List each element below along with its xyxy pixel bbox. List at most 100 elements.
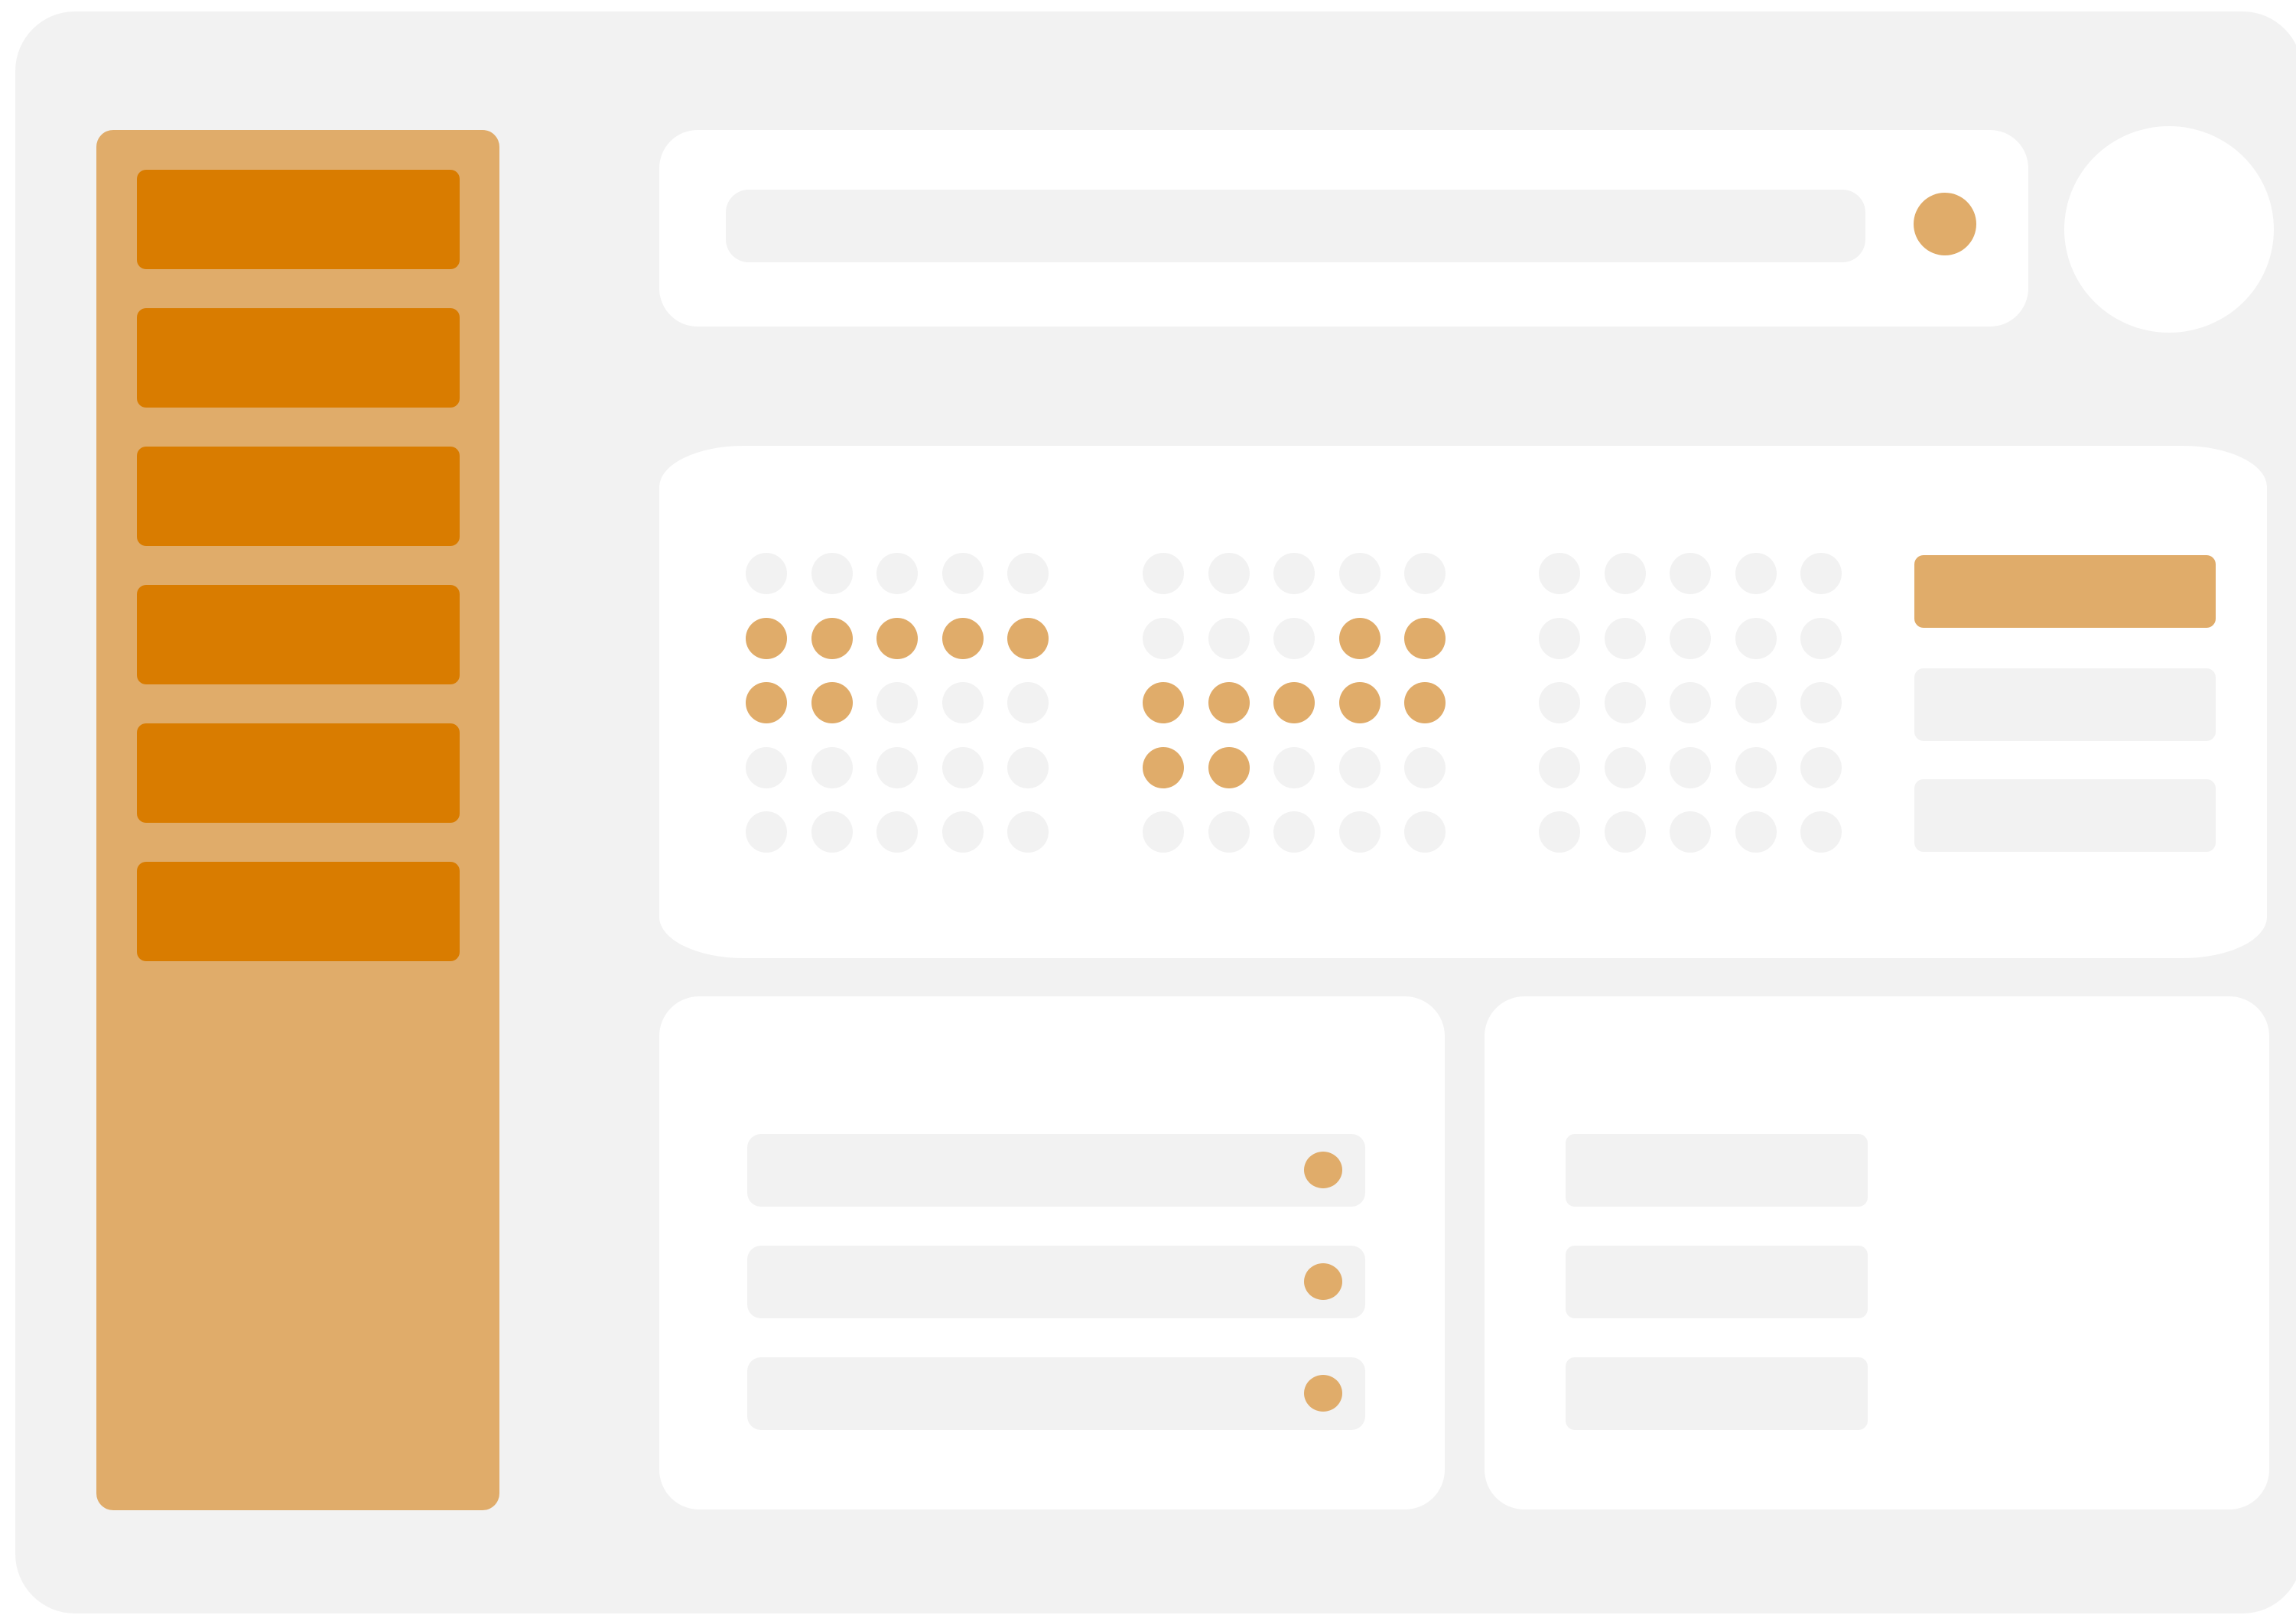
dot-inactive[interactable] <box>1800 746 1842 788</box>
dot-active[interactable] <box>1208 682 1250 723</box>
toggle-dot-icon[interactable] <box>1304 1263 1342 1300</box>
dot-inactive[interactable] <box>1007 553 1049 594</box>
dot-inactive[interactable] <box>1670 746 1711 788</box>
dot-inactive[interactable] <box>1604 682 1646 723</box>
dot-inactive[interactable] <box>1735 553 1777 594</box>
dot-inactive[interactable] <box>1208 553 1250 594</box>
dot-active[interactable] <box>1404 617 1446 659</box>
dot-active[interactable] <box>746 617 787 659</box>
dot-inactive[interactable] <box>811 746 853 788</box>
dot-inactive[interactable] <box>1338 553 1381 594</box>
avatar-icon[interactable] <box>2064 126 2274 333</box>
dot-active[interactable] <box>1208 746 1250 788</box>
toggle-dot-icon[interactable] <box>1304 1375 1342 1412</box>
dot-inactive[interactable] <box>1800 682 1842 723</box>
dot-inactive[interactable] <box>1539 682 1580 723</box>
dot-inactive[interactable] <box>1604 553 1646 594</box>
dot-group-3 <box>1539 553 1845 853</box>
dot-inactive[interactable] <box>1670 682 1711 723</box>
option-3[interactable] <box>1914 779 2216 852</box>
toggle-row[interactable] <box>747 1246 1365 1318</box>
app-window <box>15 11 2296 1613</box>
dot-inactive[interactable] <box>1273 553 1315 594</box>
dot-inactive[interactable] <box>941 553 984 594</box>
dot-inactive[interactable] <box>1404 553 1446 594</box>
dot-inactive[interactable] <box>941 682 984 723</box>
dot-active[interactable] <box>1273 682 1315 723</box>
toggle-row[interactable] <box>747 1134 1365 1207</box>
dot-inactive[interactable] <box>876 553 918 594</box>
dot-inactive[interactable] <box>1604 811 1646 853</box>
dot-inactive[interactable] <box>1273 617 1315 659</box>
search-icon[interactable] <box>1914 193 1976 255</box>
dot-inactive[interactable] <box>1735 746 1777 788</box>
dot-inactive[interactable] <box>1143 811 1184 853</box>
dot-inactive[interactable] <box>1539 617 1580 659</box>
dot-inactive[interactable] <box>1800 811 1842 853</box>
sidebar <box>96 130 499 1510</box>
dot-group-1 <box>746 553 1052 853</box>
dot-inactive[interactable] <box>1539 811 1580 853</box>
dot-inactive[interactable] <box>1604 746 1646 788</box>
dot-inactive[interactable] <box>876 682 918 723</box>
dot-inactive[interactable] <box>1735 617 1777 659</box>
dot-active[interactable] <box>746 682 787 723</box>
toggle-dot-icon[interactable] <box>1304 1152 1342 1188</box>
dot-inactive[interactable] <box>746 746 787 788</box>
dot-active[interactable] <box>1404 682 1446 723</box>
dot-inactive[interactable] <box>811 553 853 594</box>
dot-inactive[interactable] <box>1007 811 1049 853</box>
option-2[interactable] <box>1914 668 2216 741</box>
dot-inactive[interactable] <box>941 811 984 853</box>
dot-active[interactable] <box>876 617 918 659</box>
dot-inactive[interactable] <box>1273 746 1315 788</box>
option-1[interactable] <box>1914 555 2216 628</box>
dot-inactive[interactable] <box>1404 811 1446 853</box>
toggle-row[interactable] <box>747 1357 1365 1430</box>
dot-inactive[interactable] <box>1143 553 1184 594</box>
dot-active[interactable] <box>941 617 984 659</box>
dot-inactive[interactable] <box>1670 811 1711 853</box>
dot-inactive[interactable] <box>1338 746 1381 788</box>
dot-inactive[interactable] <box>1404 746 1446 788</box>
dot-inactive[interactable] <box>1539 746 1580 788</box>
dot-inactive[interactable] <box>746 553 787 594</box>
dot-inactive[interactable] <box>1735 811 1777 853</box>
dot-active[interactable] <box>1338 682 1381 723</box>
dot-active[interactable] <box>1143 746 1184 788</box>
dot-inactive[interactable] <box>876 811 918 853</box>
list-item[interactable] <box>1566 1357 1868 1430</box>
dot-active[interactable] <box>1338 617 1381 659</box>
sidebar-item-1[interactable] <box>137 170 460 269</box>
dot-inactive[interactable] <box>1007 746 1049 788</box>
dot-inactive[interactable] <box>746 811 787 853</box>
dot-inactive[interactable] <box>1338 811 1381 853</box>
dot-inactive[interactable] <box>1273 811 1315 853</box>
list-item[interactable] <box>1566 1134 1868 1207</box>
dot-active[interactable] <box>811 682 853 723</box>
sidebar-item-6[interactable] <box>137 862 460 961</box>
dot-inactive[interactable] <box>1800 553 1842 594</box>
dot-inactive[interactable] <box>941 746 984 788</box>
dot-inactive[interactable] <box>1208 617 1250 659</box>
dot-inactive[interactable] <box>876 746 918 788</box>
dot-inactive[interactable] <box>1539 553 1580 594</box>
dot-active[interactable] <box>1143 682 1184 723</box>
dot-inactive[interactable] <box>1670 553 1711 594</box>
sidebar-item-5[interactable] <box>137 723 460 823</box>
search-input[interactable] <box>726 190 1865 262</box>
dot-active[interactable] <box>1007 617 1049 659</box>
dot-inactive[interactable] <box>1007 682 1049 723</box>
dot-inactive[interactable] <box>811 811 853 853</box>
dot-inactive[interactable] <box>1604 617 1646 659</box>
dot-inactive[interactable] <box>1208 811 1250 853</box>
list-item[interactable] <box>1566 1246 1868 1318</box>
dot-inactive[interactable] <box>1143 617 1184 659</box>
sidebar-item-2[interactable] <box>137 308 460 408</box>
dot-active[interactable] <box>811 617 853 659</box>
sidebar-item-4[interactable] <box>137 585 460 684</box>
dot-inactive[interactable] <box>1735 682 1777 723</box>
dot-inactive[interactable] <box>1800 617 1842 659</box>
dot-inactive[interactable] <box>1670 617 1711 659</box>
sidebar-item-3[interactable] <box>137 447 460 546</box>
